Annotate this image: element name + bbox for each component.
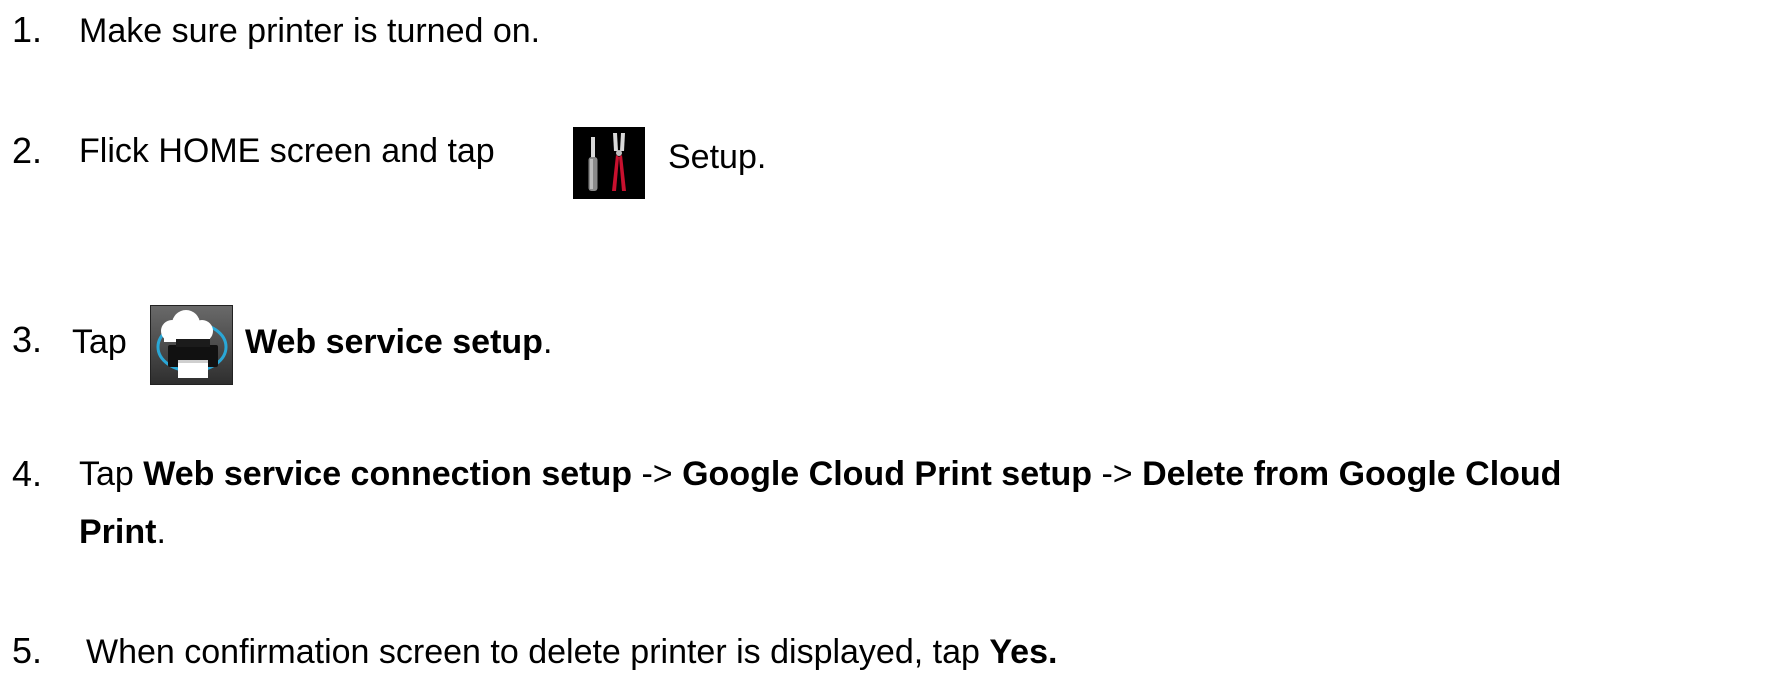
tap-text: Tap [79,455,134,493]
button-name: Yes. [989,633,1058,671]
arrow-text: -> [641,455,673,493]
setup-tools-icon [573,127,645,199]
punctuation: . [542,323,553,361]
step-text-line-1: Tap Web service connection setup -> Goog… [79,457,1561,491]
step-number: 2. [12,130,43,171]
step-number: 4. [12,453,43,494]
menu-item-name: Web service connection setup [143,455,633,493]
step-text-line-2: Print. [79,515,166,549]
step-text: Tap [72,323,127,361]
step-text: Flick HOME screen and tap [79,132,495,170]
punctuation: . [156,513,166,551]
menu-item-name: Google Cloud Print setup [682,455,1092,493]
arrow-text: -> [1101,455,1133,493]
step-text: Setup. [668,138,767,176]
step-number: 1. [12,9,43,50]
step-number: 3. [12,319,43,360]
menu-item-name: Web service setup [245,323,543,361]
step-text: When confirmation screen to delete print… [86,635,1057,669]
step-text: Make sure printer is turned on. [79,12,541,50]
step-number: 5. [12,630,43,671]
web-service-cloud-printer-icon [150,305,233,385]
menu-item-name: Delete from Google Cloud [1142,455,1562,493]
menu-item-name: Print [79,513,157,551]
step-text: Web service setup. [245,325,552,359]
instruction-text: When confirmation screen to delete print… [86,633,980,671]
